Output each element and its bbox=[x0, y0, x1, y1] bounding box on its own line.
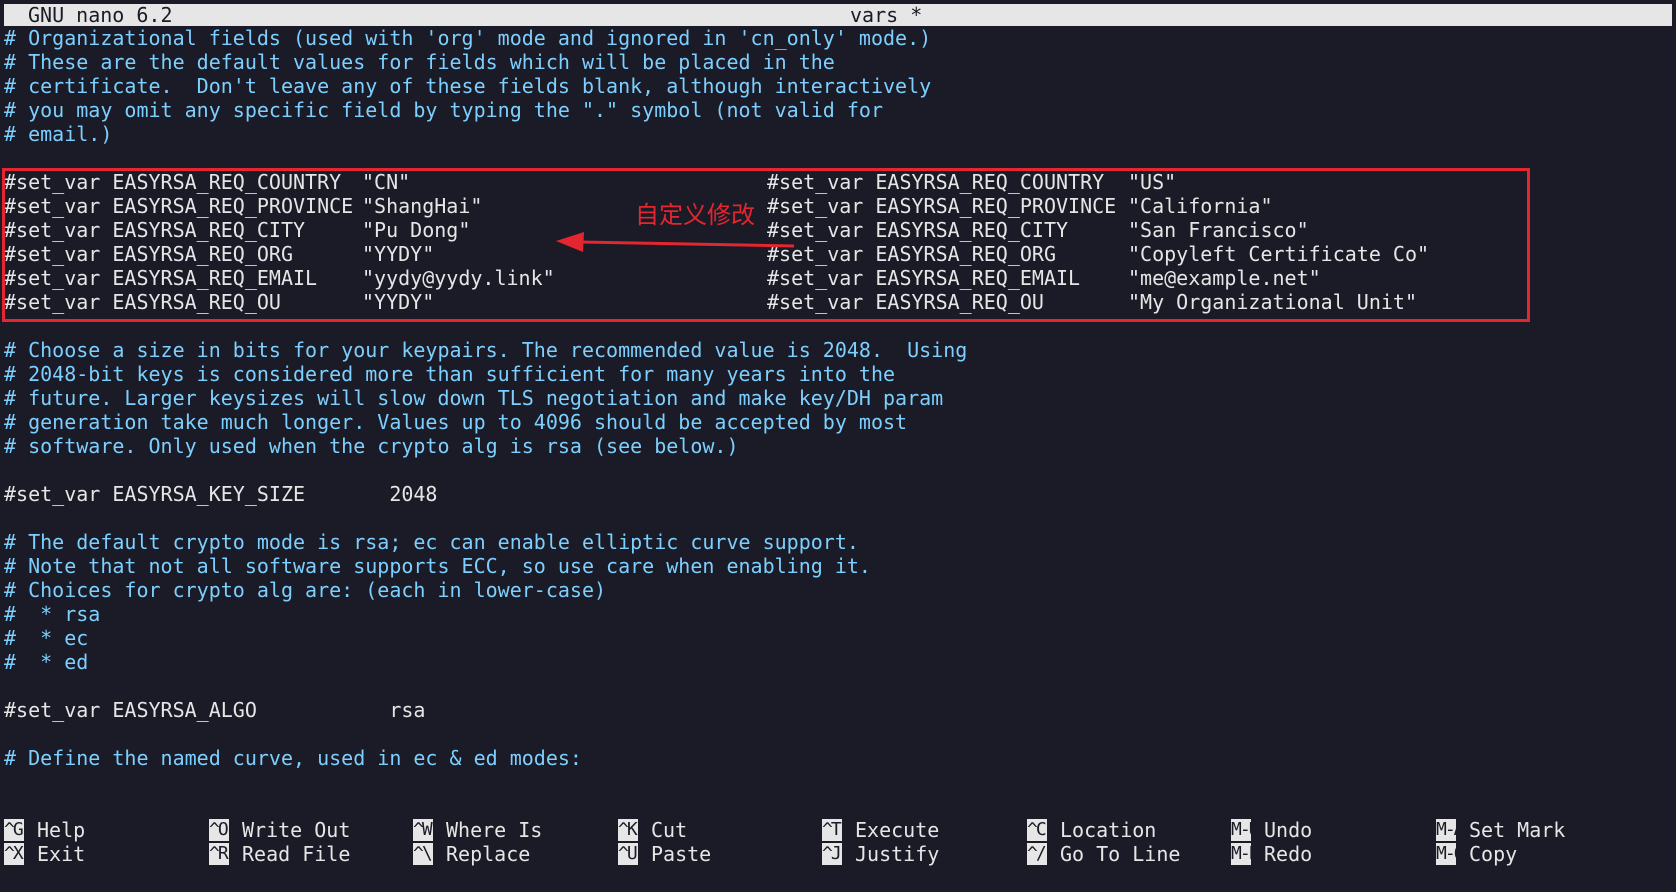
shortcut-key: ^R bbox=[209, 843, 229, 865]
shortcut-label: Replace bbox=[446, 842, 531, 866]
shortcut-key: ^J bbox=[822, 843, 842, 865]
comment-line: # email.) bbox=[4, 122, 113, 146]
shortcut-redo[interactable]: M-E Redo bbox=[1231, 842, 1312, 866]
shortcut-label: Write Out bbox=[242, 818, 351, 842]
shortcut-key: ^C bbox=[1027, 819, 1047, 841]
comment-line: # 2048-bit keys is considered more than … bbox=[4, 362, 896, 386]
shortcut-replace[interactable]: ^\ Replace bbox=[413, 842, 530, 866]
editor-buffer[interactable]: # Organizational fields (used with 'org'… bbox=[4, 26, 1672, 770]
shortcut-key: ^O bbox=[209, 819, 229, 841]
comment-line: # Define the named curve, used in ec & e… bbox=[4, 746, 582, 770]
comment-line: # Organizational fields (used with 'org'… bbox=[4, 26, 932, 50]
shortcut-key: ^W bbox=[413, 819, 433, 841]
shortcut-label: Where Is bbox=[446, 818, 543, 842]
shortcut-read-file[interactable]: ^R Read File bbox=[209, 842, 350, 866]
shortcut-exit[interactable]: ^X Exit bbox=[4, 842, 85, 866]
shortcut-key: ^U bbox=[618, 843, 638, 865]
comment-line: # Choose a size in bits for your keypair… bbox=[4, 338, 968, 362]
file-name: vars * bbox=[850, 3, 923, 27]
shortcut-label: Exit bbox=[37, 842, 86, 866]
shortcut-paste[interactable]: ^U Paste bbox=[618, 842, 711, 866]
shortcut-label: Redo bbox=[1264, 842, 1313, 866]
shortcut-label: Copy bbox=[1469, 842, 1518, 866]
comment-line: # certificate. Don't leave any of these … bbox=[4, 74, 932, 98]
shortcut-key: ^/ bbox=[1027, 843, 1047, 865]
shortcut-bar: ^G Help ^O Write Out ^W Where Is ^K Cut ^T Execut… bbox=[4, 818, 1672, 870]
shortcut-cut[interactable]: ^K Cut bbox=[618, 818, 687, 842]
shortcut-key: ^X bbox=[4, 843, 24, 865]
app-version: GNU nano 6.2 bbox=[28, 3, 173, 27]
shortcut-key: ^K bbox=[618, 819, 638, 841]
shortcut-help[interactable]: ^G Help bbox=[4, 818, 85, 842]
comment-line: # * ec bbox=[4, 626, 89, 650]
shortcut-undo[interactable]: M-U Undo bbox=[1231, 818, 1312, 842]
shortcut-key: M-6 bbox=[1436, 843, 1465, 865]
shortcut-label: Location bbox=[1060, 818, 1157, 842]
shortcut-label: Set Mark bbox=[1469, 818, 1566, 842]
annotation-arrow bbox=[556, 232, 795, 252]
title-bar: GNU nano 6.2 vars * bbox=[4, 4, 1672, 26]
shortcut-label: Read File bbox=[242, 842, 351, 866]
shortcut-label: Help bbox=[37, 818, 86, 842]
shortcut-justify[interactable]: ^J Justify bbox=[822, 842, 939, 866]
shortcut-where-is[interactable]: ^W Where Is bbox=[413, 818, 542, 842]
comment-line: # Choices for crypto alg are: (each in l… bbox=[4, 578, 607, 602]
comment-line: # * rsa bbox=[4, 602, 101, 626]
shortcut-copy[interactable]: M-6 Copy bbox=[1436, 842, 1517, 866]
shortcut-key: ^G bbox=[4, 819, 24, 841]
shortcut-execute[interactable]: ^T Execute bbox=[822, 818, 939, 842]
comment-line: # The default crypto mode is rsa; ec can… bbox=[4, 530, 859, 554]
shortcut-key: ^T bbox=[822, 819, 842, 841]
shortcut-set-mark[interactable]: M-A Set Mark bbox=[1436, 818, 1565, 842]
comment-line: # * ed bbox=[4, 650, 89, 674]
shortcut-key: M-E bbox=[1231, 843, 1260, 865]
comment-line: # software. Only used when the crypto al… bbox=[4, 434, 739, 458]
config-line: #set_var EASYRSA_ALGO rsa bbox=[4, 698, 426, 722]
top-lines: # Organizational fields (used with 'org'… bbox=[4, 26, 1672, 170]
shortcut-location[interactable]: ^C Location bbox=[1027, 818, 1156, 842]
bottom-lines: # Choose a size in bits for your keypair… bbox=[4, 314, 1672, 770]
shortcut-label: Cut bbox=[651, 818, 688, 842]
shortcut-key: ^\ bbox=[413, 843, 433, 865]
shortcut-key: M-U bbox=[1231, 819, 1260, 841]
shortcut-write-out[interactable]: ^O Write Out bbox=[209, 818, 350, 842]
comment-line: # These are the default values for field… bbox=[4, 50, 835, 74]
comment-line: # you may omit any specific field by typ… bbox=[4, 98, 883, 122]
shortcut-key: M-A bbox=[1436, 819, 1465, 841]
comment-line: # generation take much longer. Values up… bbox=[4, 410, 908, 434]
shortcut-label: Justify bbox=[855, 842, 940, 866]
config-line: #set_var EASYRSA_KEY_SIZE 2048 bbox=[4, 482, 438, 506]
comment-line: # future. Larger keysizes will slow down… bbox=[4, 386, 944, 410]
shortcut-label: Undo bbox=[1264, 818, 1313, 842]
annotation-label: 自定义修改 bbox=[635, 201, 755, 229]
shortcut-label: Paste bbox=[651, 842, 712, 866]
shortcut-go-to-line[interactable]: ^/ Go To Line bbox=[1027, 842, 1180, 866]
comment-line: # Note that not all software supports EC… bbox=[4, 554, 871, 578]
shortcut-label: Execute bbox=[855, 818, 940, 842]
shortcut-label: Go To Line bbox=[1060, 842, 1181, 866]
